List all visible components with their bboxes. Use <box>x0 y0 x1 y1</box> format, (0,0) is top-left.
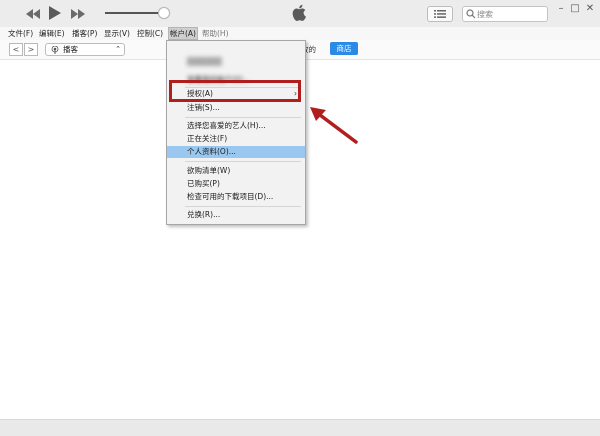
maximize-button[interactable]: □ <box>568 2 582 14</box>
list-icon <box>434 10 446 18</box>
podcast-icon <box>51 45 59 54</box>
menu-item-redeem[interactable]: 兑换(R)... <box>167 209 305 221</box>
play-button[interactable] <box>48 5 62 21</box>
favorite-artists-label: 选择您喜爱的艺人(H)... <box>187 121 266 130</box>
fast-forward-button[interactable] <box>71 8 85 19</box>
check-downloads-label: 检查可用的下载项目(D)... <box>187 192 274 201</box>
volume-slider-track[interactable] <box>105 12 163 14</box>
menu-account[interactable]: 帐户(A) <box>168 27 198 40</box>
menu-controls[interactable]: 控制(C) <box>137 28 163 39</box>
blurred-label: ██████ <box>187 57 222 66</box>
menu-item-purchased[interactable]: 已购买(P) <box>167 178 305 190</box>
annotation-arrow-icon <box>310 107 358 144</box>
list-view-button[interactable] <box>427 6 453 22</box>
rewind-button[interactable] <box>26 8 40 19</box>
menu-help[interactable]: 帮助(H) <box>202 28 229 39</box>
status-bar <box>0 419 600 436</box>
volume-slider-knob[interactable] <box>158 7 170 19</box>
play-icon <box>49 6 61 20</box>
sign-out-label: 注销(S)... <box>187 103 220 112</box>
forward-button[interactable]: > <box>24 43 38 56</box>
redeem-label: 兑换(R)... <box>187 210 221 219</box>
minimize-button[interactable]: – <box>554 2 568 14</box>
menu-item-following[interactable]: 正在关注(F) <box>167 133 305 145</box>
search-icon <box>466 9 476 19</box>
menu-item-favorite-artists[interactable]: 选择您喜爱的艺人(H)... <box>167 120 305 132</box>
search-field[interactable] <box>462 6 548 22</box>
menu-separator <box>185 161 301 162</box>
wishlist-label: 欲购清单(W) <box>187 166 231 175</box>
close-icon: ✕ <box>585 2 595 14</box>
apple-icon <box>292 4 306 22</box>
dropdown-blurred-item: ██████ <box>167 56 305 68</box>
minimize-icon: – <box>558 2 564 14</box>
media-type-label: 播客 <box>63 45 78 54</box>
menu-item-wishlist[interactable]: 欲购清单(W) <box>167 165 305 177</box>
menu-separator <box>185 206 301 207</box>
profile-label: 个人资料(O)... <box>187 147 236 156</box>
apple-logo <box>292 4 306 22</box>
menu-item-profile[interactable]: 个人资料(O)... <box>167 146 305 158</box>
account-dropdown-menu: ██████ 查看我的帐户(V)... 授权(A) › 注销(S)... 选择您… <box>166 40 306 225</box>
chevron-left-icon: < <box>12 45 20 54</box>
menu-item-check-downloads[interactable]: 检查可用的下载项目(D)... <box>167 191 305 203</box>
close-button[interactable]: ✕ <box>583 2 597 14</box>
purchased-label: 已购买(P) <box>187 179 220 188</box>
player-toolbar: – □ ✕ <box>0 0 600 28</box>
chevron-updown-icon: ⌃ <box>115 45 121 53</box>
store-button[interactable]: 商店 <box>330 42 358 55</box>
menu-item-sign-out[interactable]: 注销(S)... <box>167 102 305 114</box>
menu-file[interactable]: 文件(F) <box>8 28 33 39</box>
media-type-select[interactable]: 播客 ⌃ <box>45 43 125 56</box>
menu-edit[interactable]: 编辑(E) <box>39 28 65 39</box>
back-button[interactable]: < <box>9 43 23 56</box>
following-label: 正在关注(F) <box>187 134 228 143</box>
chevron-right-icon: > <box>27 45 35 54</box>
menu-separator <box>185 117 301 118</box>
rewind-icon <box>26 8 40 19</box>
menu-bar: 文件(F) 编辑(E) 播客(P) 显示(V) 控制(C) 帐户(A) 帮助(H… <box>0 27 600 40</box>
search-input[interactable] <box>477 7 543 21</box>
maximize-icon: □ <box>570 2 580 14</box>
menu-view[interactable]: 显示(V) <box>104 28 130 39</box>
menu-podcast[interactable]: 播客(P) <box>72 28 97 39</box>
fast-forward-icon <box>71 8 85 19</box>
annotation-highlight-box <box>169 80 301 102</box>
